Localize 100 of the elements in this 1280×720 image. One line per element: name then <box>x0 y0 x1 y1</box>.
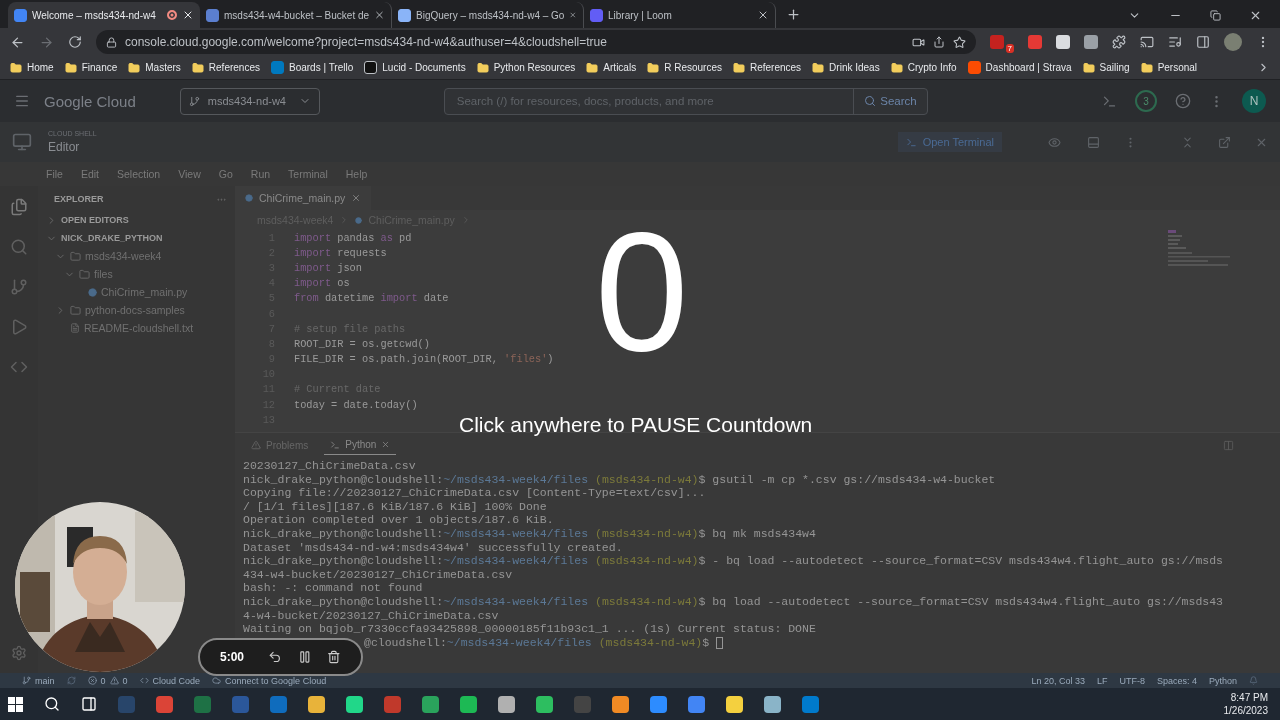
extension-icon[interactable] <box>1084 35 1098 49</box>
panel-icon[interactable] <box>1087 135 1100 149</box>
bookmark[interactable]: Masters <box>128 61 181 74</box>
browser-tab[interactable]: Welcome – msds434-nd-w4 <box>8 2 200 28</box>
status-item[interactable]: Connect to Google Cloud <box>225 675 327 686</box>
undo-icon[interactable] <box>268 650 282 664</box>
trash-icon[interactable] <box>327 650 341 664</box>
bookmark[interactable]: Home <box>10 61 54 74</box>
media-icon[interactable] <box>1168 35 1182 49</box>
address-bar[interactable]: console.cloud.google.com/welcome?project=msds434-nd-w4&authuser=4&cloudshell=true <box>96 30 976 54</box>
extension-icon[interactable] <box>1056 35 1070 49</box>
terminal-cursor <box>716 636 724 649</box>
terminal-line: Operation completed over 1 objects/187.6 KiB. <box>243 513 554 527</box>
app-icon[interactable] <box>612 695 629 713</box>
split-icon[interactable] <box>1223 439 1234 451</box>
app-icon[interactable] <box>650 695 667 713</box>
bookmark[interactable]: Python Resources <box>476 61 576 74</box>
status-item[interactable]: Spaces: 4 <box>1156 675 1197 686</box>
bookmark[interactable]: Boards | Trello <box>270 61 354 74</box>
star-icon[interactable] <box>952 35 966 49</box>
cloud-icon <box>212 676 222 685</box>
status-item[interactable]: UTF-8 <box>1119 675 1145 686</box>
bookmark[interactable]: Dashboard | Strava <box>967 61 1072 74</box>
bookmark[interactable]: Lucid - Documents <box>364 61 466 74</box>
branch-name[interactable]: main <box>35 675 55 686</box>
monitor-icon <box>12 132 32 152</box>
status-item[interactable]: Cloud Code <box>152 675 201 686</box>
branch-icon[interactable] <box>10 278 28 296</box>
close-icon[interactable] <box>182 9 194 21</box>
help-icon[interactable] <box>1175 93 1191 109</box>
app-icon[interactable] <box>422 695 439 713</box>
sync-icon[interactable] <box>66 676 76 685</box>
section-header[interactable]: NICK_DRAKE_PYTHON <box>61 233 163 243</box>
files-icon[interactable] <box>10 198 28 216</box>
extension-icon[interactable] <box>1028 35 1042 49</box>
restore-icon[interactable] <box>1210 10 1221 21</box>
menu-item[interactable]: Go <box>218 168 233 180</box>
share-icon[interactable] <box>932 36 945 48</box>
close-icon[interactable] <box>757 9 769 21</box>
app-icon[interactable] <box>460 695 477 713</box>
run-icon[interactable] <box>10 318 28 336</box>
status-item[interactable]: Python <box>1208 675 1237 686</box>
puzzle-icon[interactable] <box>1112 35 1126 49</box>
bell-icon[interactable] <box>1249 676 1258 685</box>
menu-item[interactable]: Selection <box>117 168 161 180</box>
settings-icon[interactable] <box>11 645 27 661</box>
app-icon[interactable] <box>498 695 515 713</box>
account-avatar[interactable]: N <box>1242 89 1266 113</box>
close-icon[interactable] <box>1249 9 1262 22</box>
profile-avatar[interactable] <box>1224 33 1242 51</box>
project-selector[interactable]: msds434-nd-w4 <box>179 87 320 115</box>
app-icon[interactable] <box>688 695 705 713</box>
menu-item[interactable]: Run <box>250 168 271 180</box>
reload-icon[interactable] <box>68 35 82 49</box>
shell-title: Editor <box>48 140 81 154</box>
terminal-line: 434-w4-bucket/20230127_ChiCrimeData.csv <box>243 567 513 582</box>
terminal-icon <box>905 136 917 148</box>
menu-icon[interactable] <box>14 93 30 109</box>
bookmark[interactable]: Articals <box>586 61 637 74</box>
app-icon[interactable] <box>764 695 781 713</box>
new-tab-icon[interactable] <box>786 7 801 22</box>
menu-item[interactable]: Edit <box>80 168 99 180</box>
menu-item[interactable]: Terminal <box>288 168 328 180</box>
menu-item[interactable]: Help <box>345 168 368 180</box>
search-button[interactable]: Search <box>853 88 927 114</box>
bookmark[interactable]: Drink Ideas <box>812 61 880 74</box>
forward-icon[interactable] <box>39 34 54 50</box>
countdown-number: 0 <box>595 208 689 376</box>
status-item[interactable]: LF <box>1096 675 1108 686</box>
bookmark[interactable]: Sailing <box>1082 61 1130 74</box>
external-link-icon[interactable] <box>1218 135 1231 149</box>
app-icon[interactable] <box>308 695 325 713</box>
back-icon[interactable] <box>10 34 25 50</box>
panel-tab[interactable]: Python <box>324 435 397 455</box>
extension-icon[interactable] <box>989 35 1004 49</box>
pause-icon[interactable] <box>297 650 312 664</box>
bookmark[interactable]: Personal <box>1140 61 1198 74</box>
app-icon[interactable] <box>536 695 553 713</box>
status-item[interactable]: Ln 20, Col 33 <box>1031 675 1085 686</box>
menu-item[interactable]: File <box>46 168 63 180</box>
windows-start-icon[interactable] <box>8 696 23 712</box>
preview-icon[interactable] <box>1048 135 1061 149</box>
terminal-icon[interactable] <box>1102 93 1117 109</box>
app-icon[interactable] <box>346 695 363 713</box>
bookmark[interactable]: Crypto Info <box>890 61 957 74</box>
menu-item[interactable]: View <box>178 168 201 180</box>
bookmark[interactable]: References <box>191 61 260 74</box>
editor-tab[interactable]: ChiCrime_main.py <box>235 186 372 210</box>
bookmark[interactable]: R Resources <box>647 61 722 74</box>
cast-icon[interactable] <box>1140 35 1154 49</box>
lock-icon <box>106 36 117 48</box>
countdown-message[interactable]: Click anywhere to PAUSE Countdown <box>459 413 813 437</box>
search-icon[interactable] <box>44 696 60 712</box>
section-header[interactable]: OPEN EDITORS <box>61 215 129 225</box>
task-view-icon[interactable] <box>81 696 97 712</box>
bookmark[interactable]: Finance <box>64 61 118 74</box>
app-icon[interactable] <box>726 695 743 713</box>
side-panel-icon[interactable] <box>1196 35 1210 49</box>
notification-badge[interactable]: 3 <box>1135 90 1157 112</box>
bookmark[interactable]: References <box>732 61 802 74</box>
